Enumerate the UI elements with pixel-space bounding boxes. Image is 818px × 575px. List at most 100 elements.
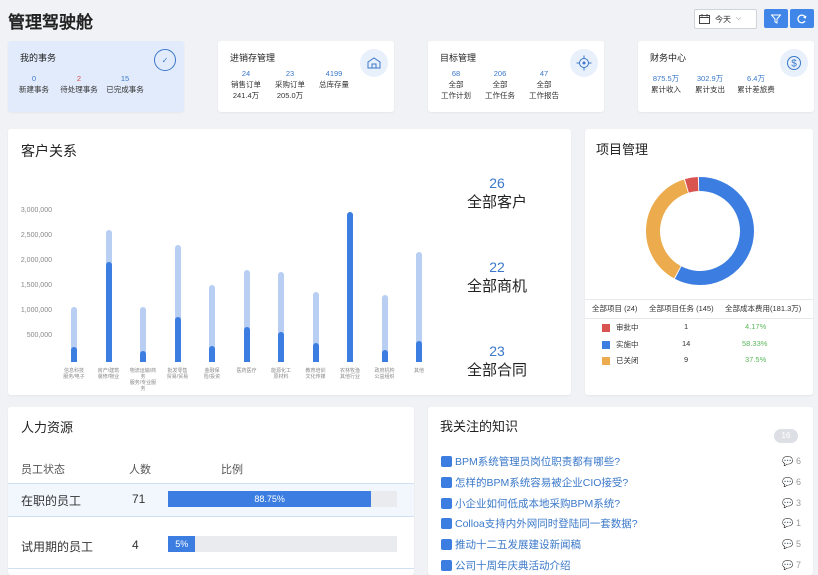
crm-stat[interactable]: 22 全部商机 <box>442 259 552 296</box>
stat-value: 206 <box>493 69 507 78</box>
x-tick-label: 批发零售 贸易/贸易 <box>163 368 193 380</box>
stat-label: 全部 <box>536 80 552 89</box>
dollar-icon: $ <box>780 49 808 77</box>
knowledge-title[interactable]: 怎样的BPM系统容易被企业CIO接受? <box>455 475 628 490</box>
comment-count-value: 1 <box>795 518 801 529</box>
knowledge-item[interactable]: 小企业如何低成本地采购BPM系统? 💬 3 <box>441 496 801 511</box>
comment-count: 💬 1 <box>782 518 801 529</box>
comment-count: 💬 3 <box>782 498 801 509</box>
card-title: 财务中心 <box>650 53 687 63</box>
bar-value[interactable] <box>381 350 388 362</box>
x-tick-line: 其他行业 <box>339 374 360 380</box>
x-tick-label: 教育培训 文化传媒 <box>301 368 331 380</box>
card-title: 目标管理 <box>440 53 477 63</box>
date-select-value: 今天 <box>715 14 731 24</box>
donut-slice[interactable] <box>674 177 754 285</box>
document-icon <box>441 497 452 509</box>
stat-value: 22 <box>489 259 505 275</box>
stat-value: 0 <box>31 74 37 83</box>
stat-label: 总库存量 <box>319 80 349 89</box>
x-tick-line: 物流运输/商务 <box>129 368 157 380</box>
refresh-button[interactable] <box>790 9 814 28</box>
y-tick-label: 2,500,000 <box>20 232 52 239</box>
crm-stat[interactable]: 23 全部合同 <box>442 343 552 380</box>
progress-fill: 5% <box>168 536 196 552</box>
bar-value[interactable] <box>243 327 250 362</box>
crm-stat[interactable]: 26 全部客户 <box>442 175 552 212</box>
stat-label: 全部 <box>492 80 508 89</box>
knowledge-item[interactable]: Colloa支持内外网同时登陆同一套数据? 💬 1 <box>441 516 801 531</box>
x-tick-line: 原材料 <box>273 374 289 380</box>
hr-row-label: 在职的员工 <box>21 494 82 508</box>
stat-value: 68 <box>451 69 461 78</box>
bar-value[interactable] <box>71 347 77 362</box>
status-legend: 审批中 <box>602 322 639 333</box>
comment-count-value: 6 <box>795 456 801 466</box>
warehouse-icon <box>360 49 388 77</box>
comment-icon: 💬 <box>782 518 794 529</box>
bar-value[interactable] <box>140 350 146 362</box>
donut-slice[interactable] <box>684 177 699 193</box>
filter-button[interactable] <box>764 9 788 28</box>
stat-label: 累计收入 <box>651 85 681 94</box>
svg-text:$: $ <box>791 59 797 70</box>
bar-value[interactable] <box>174 317 181 362</box>
document-icon <box>441 560 452 571</box>
comment-count: 💬 6 <box>782 477 801 488</box>
status-label: 实施中 <box>616 340 639 349</box>
bar-value[interactable] <box>278 332 284 362</box>
comment-icon: 💬 <box>782 497 794 508</box>
x-tick-label: 其他 <box>404 368 434 374</box>
bar-value[interactable] <box>209 346 215 362</box>
knowledge-item[interactable]: 公司十周年庆典活动介绍 💬 7 <box>441 558 801 573</box>
stat-label: 全部客户 <box>466 194 527 211</box>
inventory-card[interactable]: 进销存管理 24 销售订单 241.4万 23 采购订单 205.0万 4199 总库存量 <box>218 41 394 112</box>
finance-card[interactable]: 财务中心 $ 875.5万 累计收入 302.9万 累计支出 6.4万 累计差旅费 <box>638 41 814 112</box>
stat-label: 新建事务 <box>19 85 49 94</box>
x-tick-line: 贸易/贸易 <box>166 374 189 380</box>
card-title: 我的事务 <box>20 53 57 63</box>
stat-label: 全部 <box>448 80 464 89</box>
project-donut-chart <box>646 177 754 285</box>
legend-swatch <box>602 357 610 366</box>
knowledge-title[interactable]: BPM系统管理员岗位职责都有哪些? <box>455 454 620 469</box>
target-icon <box>570 49 598 77</box>
count-cell: 1 <box>684 322 689 331</box>
donut-slice[interactable] <box>646 179 689 279</box>
stat-value: 24 <box>241 69 251 78</box>
status-legend: 实施中 <box>602 339 639 350</box>
header-cell: 全部项目任务 (145) <box>649 304 714 313</box>
bar-value[interactable] <box>312 343 319 362</box>
my-affairs-card[interactable]: 我的事务 ✓ 0 新建事务 2 待处理事务 15 已完成事务 <box>8 41 184 112</box>
knowledge-title[interactable]: 公司十周年庆典活动介绍 <box>455 558 571 573</box>
hr-panel: 人力资源 员工状态 人数 比例 在职的员工 71 88.75% 试用期的员工 4… <box>8 407 414 575</box>
knowledge-item[interactable]: 怎样的BPM系统容易被企业CIO接受? 💬 6 <box>441 475 801 490</box>
goal-card[interactable]: 目标管理 68 全部 工作计划 206 全部 工作任务 47 全部 工作报告 <box>428 41 604 112</box>
progress-track: 5% <box>168 536 397 552</box>
progress-label: 5% <box>175 539 189 549</box>
knowledge-item[interactable]: BPM系统管理员岗位职责都有哪些? 💬 6 <box>441 454 801 469</box>
stat-label: 待处理事务 <box>60 85 98 94</box>
project-panel: 项目管理 全部项目 (24) 全部项目任务 (145) 全部成本费用(181.3… <box>585 129 813 395</box>
date-select[interactable]: 今天 ⌵ <box>694 9 757 29</box>
bar-value[interactable] <box>416 341 422 362</box>
hr-row-count: 71 <box>132 492 146 506</box>
refresh-icon <box>797 13 807 23</box>
x-tick-label: 金融保 险/投资 <box>197 368 227 380</box>
bar-value[interactable] <box>347 212 353 362</box>
x-tick-line: 其他 <box>413 368 424 374</box>
knowledge-title[interactable]: Colloa支持内外网同时登陆同一套数据? <box>455 516 638 531</box>
panel-title: 我关注的知识 <box>440 419 519 434</box>
document-icon <box>441 518 452 530</box>
stat-value: 23 <box>285 69 295 78</box>
status-label: 审批中 <box>616 323 639 332</box>
stat-value: 6.4万 <box>747 74 765 83</box>
stat-sub: 工作任务 <box>485 91 515 100</box>
bar-value[interactable] <box>105 262 112 362</box>
hr-row-label: 试用期的员工 <box>21 540 94 554</box>
knowledge-title[interactable]: 推动十二五发展建设新闻稿 <box>455 537 581 552</box>
stat-value: 23 <box>489 343 505 359</box>
knowledge-item[interactable]: 推动十二五发展建设新闻稿 💬 5 <box>441 537 801 552</box>
document-icon <box>441 476 452 488</box>
knowledge-title[interactable]: 小企业如何低成本地采购BPM系统? <box>455 496 620 511</box>
